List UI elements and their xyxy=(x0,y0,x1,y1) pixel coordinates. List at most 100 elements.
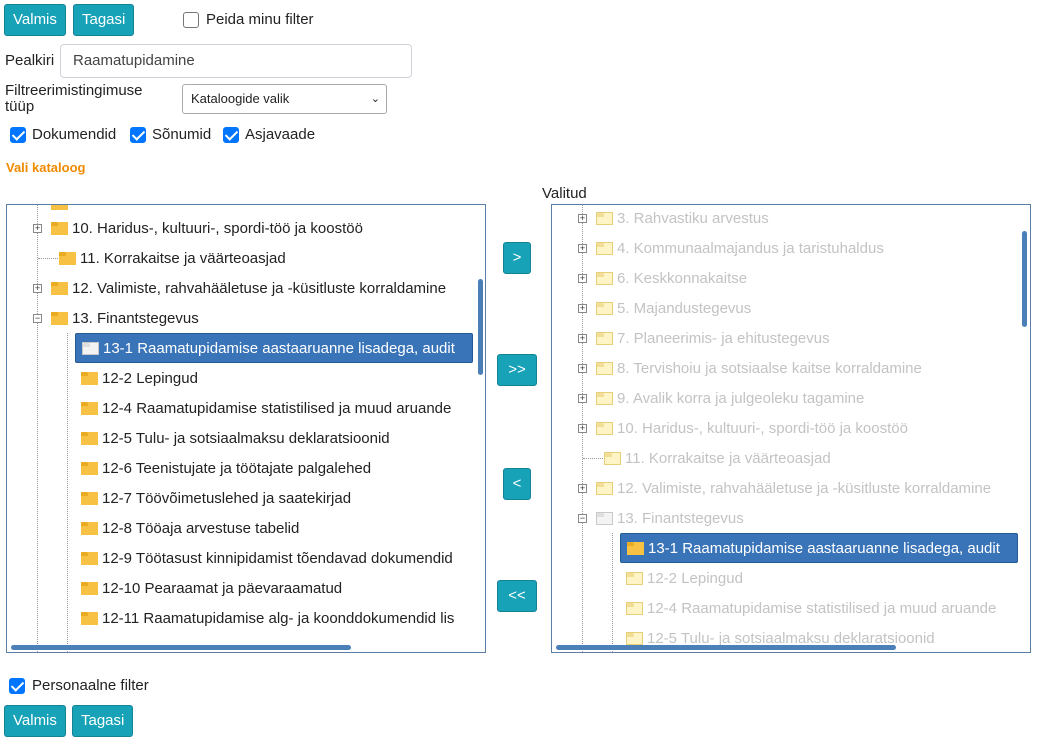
expand-icon[interactable]: + xyxy=(578,304,587,313)
expand-icon[interactable]: + xyxy=(578,484,587,493)
checkbox-box[interactable] xyxy=(10,126,26,143)
tree-node[interactable]: 12-8 Tööaja arvestuse tabelid xyxy=(81,513,299,543)
checkbox-box[interactable] xyxy=(223,126,239,143)
folder-icon xyxy=(596,481,613,495)
expand-icon[interactable]: + xyxy=(578,394,587,403)
collapse-icon[interactable]: − xyxy=(33,314,42,323)
messages-checkbox[interactable]: Sõnumid xyxy=(130,126,211,143)
tree-node[interactable]: 5. Majandustegevus xyxy=(596,293,751,323)
tree-node[interactable]: 12-11 Raamatupidamise alg- ja koonddokum… xyxy=(81,603,454,633)
folder-icon xyxy=(626,571,643,585)
expand-icon[interactable]: + xyxy=(578,364,587,373)
remove-all-button[interactable]: << xyxy=(497,580,537,612)
tree-node-label: 12-4 Raamatupidamise statistilised ja mu… xyxy=(647,599,997,617)
tree-node-label: 10. Haridus-, kultuuri-, spordi-töö ja k… xyxy=(72,219,363,237)
tree-line xyxy=(612,533,613,652)
tree-node-label: 3. Rahvastiku arvestus xyxy=(617,209,769,227)
tree-node[interactable]: 12-6 Teenistujate ja töötajate palgalehe… xyxy=(81,453,371,483)
tree-node-label: 13. Finantstegevus xyxy=(72,309,199,327)
tree-node[interactable]: 7. Planeerimis- ja ehitustegevus xyxy=(596,323,830,353)
back-button[interactable]: Tagasi xyxy=(73,4,135,36)
remove-button[interactable]: < xyxy=(503,468,531,500)
folder-open-icon xyxy=(596,511,613,525)
back-button-bottom[interactable]: Tagasi xyxy=(72,705,134,737)
vertical-scrollbar[interactable] xyxy=(1022,231,1027,327)
tree-node-label: 12-2 Lepingud xyxy=(647,569,743,587)
messages-label: Sõnumid xyxy=(152,126,212,143)
tree-node-label: 12-9 Töötasust kinnipidamist tõendavad d… xyxy=(102,549,453,567)
filter-type-select[interactable]: Kataloogide valik ⌄ xyxy=(182,84,387,114)
folder-icon xyxy=(81,551,98,565)
expand-icon[interactable]: + xyxy=(33,284,42,293)
tree-node[interactable]: 11. Korrakaitse ja väärteoasjad xyxy=(59,243,286,273)
tree-line xyxy=(67,333,68,652)
expand-icon[interactable]: + xyxy=(578,214,587,223)
horizontal-scrollbar[interactable] xyxy=(11,645,351,650)
folder-icon xyxy=(596,301,613,315)
checkbox-box[interactable] xyxy=(183,11,199,28)
case-view-checkbox[interactable]: Asjavaade xyxy=(223,126,315,143)
tree-node-label: 11. Korrakaitse ja väärteoasjad xyxy=(625,449,831,467)
folder-icon xyxy=(596,361,613,375)
tree-node[interactable]: 8. Tervishoiu ja sotsiaalse kaitse korra… xyxy=(596,353,922,383)
tree-node[interactable]: 12-7 Töövõimetuslehed ja saatekirjad xyxy=(81,483,351,513)
tree-node-label: 4. Kommunaalmajandus ja taristuhaldus xyxy=(617,239,884,257)
tree-node[interactable]: 12-4 Raamatupidamise statistilised ja mu… xyxy=(81,393,451,423)
tree-node[interactable]: 12. Valimiste, rahvahääletuse ja -küsitl… xyxy=(51,273,446,303)
tree-node-label: 8. Tervishoiu ja sotsiaalse kaitse korra… xyxy=(617,359,922,377)
horizontal-scrollbar[interactable] xyxy=(556,645,896,650)
tree-node[interactable]: 12-2 Lepingud xyxy=(81,363,198,393)
checkbox-box[interactable] xyxy=(130,126,146,143)
folder-icon xyxy=(51,221,68,235)
tree-node[interactable]: 12-9 Töötasust kinnipidamist tõendavad d… xyxy=(81,543,453,573)
tree-node[interactable]: 12-10 Pearaamat ja päevaraamatud xyxy=(81,573,342,603)
tree-node[interactable]: 12-2 Lepingud xyxy=(626,563,743,593)
tree-node[interactable]: 12-4 Raamatupidamise statistilised ja mu… xyxy=(626,593,996,623)
tree-node[interactable]: 13. Finantstegevus xyxy=(51,303,199,333)
done-button[interactable]: Valmis xyxy=(4,4,66,36)
expand-icon[interactable]: + xyxy=(578,244,587,253)
tree-node-selected[interactable]: 13-1 Raamatupidamise aastaaruanne lisade… xyxy=(75,333,473,363)
vertical-scrollbar[interactable] xyxy=(478,279,483,375)
documents-checkbox[interactable]: Dokumendid xyxy=(10,126,116,143)
tree-line xyxy=(583,458,603,459)
expand-icon[interactable]: + xyxy=(33,224,42,233)
tree-node[interactable]: 3. Rahvastiku arvestus xyxy=(596,205,769,233)
tree-line xyxy=(38,258,58,259)
folder-icon xyxy=(596,241,613,255)
selected-tree[interactable]: + 3. Rahvastiku arvestus + 4. Kommunaalm… xyxy=(551,204,1031,653)
tree-node-label: 12-5 Tulu- ja sotsiaalmaksu deklaratsioo… xyxy=(102,429,390,447)
folder-icon xyxy=(81,461,98,475)
tree-node[interactable]: 13. Finantstegevus xyxy=(596,503,744,533)
collapse-icon[interactable]: − xyxy=(578,514,587,523)
tree-node[interactable]: 10. Haridus-, kultuuri-, spordi-töö ja k… xyxy=(51,213,363,243)
done-button-bottom[interactable]: Valmis xyxy=(4,705,66,737)
checkbox-box[interactable] xyxy=(9,677,25,694)
tree-node[interactable]: 11. Korrakaitse ja väärteoasjad xyxy=(604,443,831,473)
title-input[interactable]: Raamatupidamine xyxy=(60,44,412,78)
tree-node-label: 5. Majandustegevus xyxy=(617,299,752,317)
tree-node[interactable]: 9. Avalik korra ja julgeoleku tagamine xyxy=(596,383,864,413)
tree-node-label: 12-7 Töövõimetuslehed ja saatekirjad xyxy=(102,489,352,507)
folder-icon xyxy=(81,491,98,505)
personal-filter-checkbox[interactable]: Personaalne filter xyxy=(9,677,149,694)
tree-node-selected[interactable]: 13-1 Raamatupidamise aastaaruanne lisade… xyxy=(620,533,1018,563)
folder-icon xyxy=(81,401,98,415)
add-button[interactable]: > xyxy=(503,242,531,274)
tree-node[interactable]: 12. Valimiste, rahvahääletuse ja -küsitl… xyxy=(596,473,991,503)
case-view-label: Asjavaade xyxy=(245,126,316,143)
expand-icon[interactable]: + xyxy=(578,424,587,433)
tree-node[interactable]: 6. Keskkonnakaitse xyxy=(596,263,747,293)
expand-icon[interactable]: + xyxy=(578,334,587,343)
personal-filter-label: Personaalne filter xyxy=(32,677,149,694)
tree-node[interactable]: 4. Kommunaalmajandus ja taristuhaldus xyxy=(596,233,884,263)
catalog-tree[interactable]: + 10. Haridus-, kultuuri-, spordi-töö ja… xyxy=(6,204,486,653)
tree-node[interactable]: 10. Haridus-, kultuuri-, spordi-töö ja k… xyxy=(596,413,908,443)
expand-icon[interactable]: + xyxy=(578,274,587,283)
add-all-button[interactable]: >> xyxy=(497,354,537,386)
selected-heading: Valitud xyxy=(542,185,587,202)
tree-node[interactable]: 12-5 Tulu- ja sotsiaalmaksu deklaratsioo… xyxy=(81,423,390,453)
folder-icon xyxy=(51,205,68,210)
hide-filter-checkbox[interactable]: Peida minu filter xyxy=(183,11,314,28)
tree-node-label: 12-6 Teenistujate ja töötajate palgalehe… xyxy=(102,459,372,477)
